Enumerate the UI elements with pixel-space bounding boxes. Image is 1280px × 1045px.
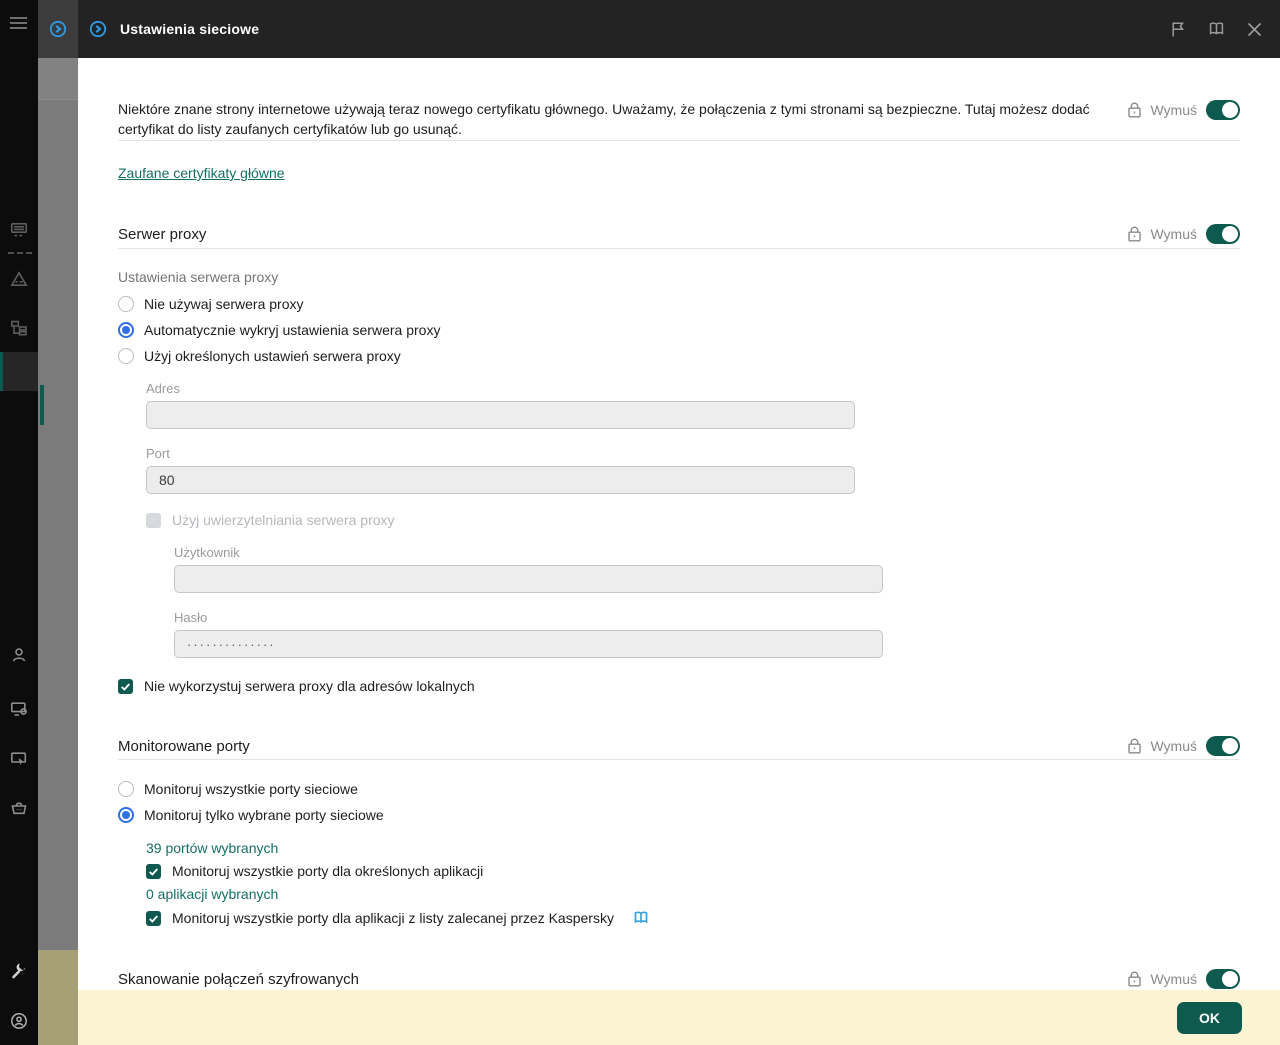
force-label: Wymuś	[1150, 971, 1197, 987]
radio-monitor-selected-ports[interactable]: Monitoruj tylko wybrane porty sieciowe	[118, 807, 1240, 823]
profile-circle-icon[interactable]	[10, 1012, 28, 1030]
address-label: Adres	[146, 381, 1240, 396]
help-book-icon[interactable]	[633, 911, 649, 925]
lock-icon	[1128, 102, 1141, 118]
radio-no-proxy[interactable]: Nie używaj serwera proxy	[118, 296, 1240, 312]
radio-label: Użyj określonych ustawień serwera proxy	[144, 348, 401, 364]
rail-separator	[8, 252, 32, 254]
port-input[interactable]	[146, 466, 855, 494]
radio-circle[interactable]	[118, 296, 134, 312]
radio-monitor-all-ports[interactable]: Monitoruj wszystkie porty sieciowe	[118, 781, 1240, 797]
proxy-auth-checkbox-row[interactable]: Użyj uwierzytelniania serwera proxy	[146, 512, 1240, 528]
password-input[interactable]	[174, 630, 883, 658]
dimmed-panel-top	[38, 58, 78, 99]
certificate-notice-text: Niektóre znane strony internetowe używaj…	[118, 99, 1103, 139]
bypass-local-checkbox-row[interactable]: Nie wykorzystuj serwera proxy dla adresó…	[118, 678, 1240, 694]
checkmark-icon	[120, 681, 131, 692]
divider	[118, 248, 1240, 249]
radio-label: Monitoruj wszystkie porty sieciowe	[144, 781, 358, 797]
rail-active-item[interactable]	[0, 352, 38, 391]
force-label: Wymuś	[1150, 738, 1197, 754]
monitor-apps-checkbox-row[interactable]: Monitoruj wszystkie porty dla określonyc…	[146, 863, 1240, 879]
app-tab[interactable]	[38, 0, 78, 58]
checkbox-checked[interactable]	[118, 679, 133, 694]
devices-icon[interactable]	[10, 221, 28, 239]
network-settings-panel: Niektóre znane strony internetowe używaj…	[78, 58, 1280, 1045]
save-bar: OK	[78, 990, 1280, 1045]
settings-page-icon	[89, 20, 107, 38]
ports-toggle[interactable]	[1206, 736, 1240, 756]
checkmark-icon	[148, 866, 159, 877]
ok-button[interactable]: OK	[1177, 1002, 1242, 1034]
trusted-certificates-link[interactable]: Zaufane certyfikaty główne	[118, 165, 285, 181]
device-settings-icon[interactable]	[10, 700, 28, 718]
window-header: Ustawienia sieciowe	[78, 0, 1280, 58]
dimmed-selected-indicator	[40, 385, 44, 425]
radio-label: Nie używaj serwera proxy	[144, 296, 304, 312]
certificate-toggle[interactable]	[1206, 100, 1240, 120]
lock-icon	[1128, 971, 1141, 987]
feedback-flag-icon[interactable]	[1170, 21, 1187, 38]
proxy-section-title: Serwer proxy	[118, 226, 206, 243]
lock-icon	[1128, 738, 1141, 754]
ports-force-group: Wymuś	[1128, 736, 1240, 757]
divider	[118, 759, 1240, 760]
radio-circle-selected[interactable]	[118, 807, 134, 823]
checkmark-icon	[148, 913, 159, 924]
radio-circle[interactable]	[118, 348, 134, 364]
checkbox-label: Monitoruj wszystkie porty dla określonyc…	[172, 863, 483, 879]
radio-circle-selected[interactable]	[118, 322, 134, 338]
port-label: Port	[146, 446, 1240, 461]
hamburger-menu-icon[interactable]	[10, 16, 27, 30]
selected-apps-link[interactable]: 0 aplikacji wybranych	[146, 886, 278, 902]
app-rail	[0, 0, 38, 1045]
force-label: Wymuś	[1150, 102, 1197, 118]
wrench-icon[interactable]	[10, 962, 28, 980]
page-title: Ustawienia sieciowe	[120, 21, 259, 37]
remote-device-icon[interactable]	[10, 750, 28, 768]
radio-auto-detect-proxy[interactable]: Automatycznie wykryj ustawienia serwera …	[118, 322, 1240, 338]
dimmed-panel-footer	[38, 950, 78, 1045]
certificate-force-group: Wymuś	[1128, 99, 1240, 120]
encrypted-section-title: Skanowanie połączeń szyfrowanych	[118, 971, 359, 988]
force-label: Wymuś	[1150, 226, 1197, 242]
dimmed-panel-body	[38, 99, 78, 950]
selected-ports-link[interactable]: 39 portów wybranych	[146, 840, 278, 856]
close-icon[interactable]	[1246, 21, 1263, 38]
checkbox-checked[interactable]	[146, 864, 161, 879]
dimmed-panel-divider	[38, 99, 78, 100]
monitor-recommended-checkbox-row[interactable]: Monitoruj wszystkie porty dla aplikacji …	[146, 910, 1240, 926]
password-label: Hasło	[174, 610, 1240, 625]
policies-tree-icon[interactable]	[10, 319, 28, 337]
radio-label: Monitoruj tylko wybrane porty sieciowe	[144, 807, 384, 823]
user-icon[interactable]	[10, 646, 28, 664]
proxy-toggle[interactable]	[1206, 224, 1240, 244]
radio-circle[interactable]	[118, 781, 134, 797]
proxy-settings-label: Ustawienia serwera proxy	[118, 269, 1240, 285]
kaspersky-tab-icon	[49, 20, 67, 38]
warning-triangle-icon[interactable]	[10, 270, 28, 288]
radio-label: Automatycznie wykryj ustawienia serwera …	[144, 322, 440, 338]
ports-section-title: Monitorowane porty	[118, 738, 250, 755]
address-input[interactable]	[146, 401, 855, 429]
checkbox-checked[interactable]	[146, 911, 161, 926]
proxy-force-group: Wymuś	[1128, 224, 1240, 245]
basket-icon[interactable]	[10, 799, 28, 817]
checkbox-label: Użyj uwierzytelniania serwera proxy	[172, 512, 395, 528]
lock-icon	[1128, 226, 1141, 242]
username-label: Użytkownik	[174, 545, 1240, 560]
encrypted-toggle[interactable]	[1206, 969, 1240, 989]
checkbox-label: Monitoruj wszystkie porty dla aplikacji …	[172, 910, 614, 926]
username-input[interactable]	[174, 565, 883, 593]
checkbox-unchecked-disabled[interactable]	[146, 513, 161, 528]
help-book-icon[interactable]	[1208, 21, 1225, 38]
dimmed-navigation-strip	[38, 0, 78, 1045]
encrypted-force-group: Wymuś	[1128, 969, 1240, 990]
divider	[118, 140, 1240, 141]
checkbox-label: Nie wykorzystuj serwera proxy dla adresó…	[144, 678, 475, 694]
radio-custom-proxy[interactable]: Użyj określonych ustawień serwera proxy	[118, 348, 1240, 364]
